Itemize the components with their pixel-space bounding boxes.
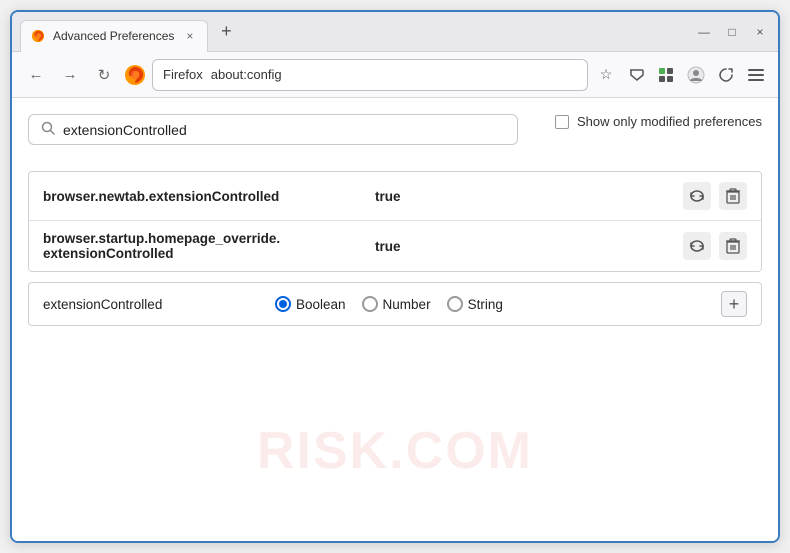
- bookmark-icon[interactable]: ☆: [594, 63, 618, 87]
- sync-icon[interactable]: [714, 63, 738, 87]
- title-bar: Advanced Preferences × + — □ ×: [12, 12, 778, 52]
- search-bar[interactable]: extensionControlled: [28, 114, 518, 145]
- show-modified-label: Show only modified preferences: [577, 114, 762, 129]
- search-input[interactable]: extensionControlled: [63, 122, 505, 138]
- hamburger-line-1: [748, 69, 764, 71]
- pref-value: true: [375, 189, 671, 204]
- new-pref-row: extensionControlled Boolean Number Strin…: [28, 282, 762, 326]
- delete-button[interactable]: [719, 182, 747, 210]
- show-modified-checkbox[interactable]: [555, 115, 569, 129]
- reset-button[interactable]: [683, 182, 711, 210]
- hamburger-line-3: [748, 79, 764, 81]
- browser-window: Advanced Preferences × + — □ × ← → ↻ Fir…: [10, 10, 780, 543]
- table-row[interactable]: browser.newtab.extensionControlled true: [29, 172, 761, 221]
- type-radio-group: Boolean Number String: [275, 296, 503, 312]
- radio-label-number: Number: [383, 297, 431, 312]
- radio-string[interactable]: String: [447, 296, 503, 312]
- firefox-logo: [124, 64, 146, 86]
- forward-button[interactable]: →: [56, 61, 84, 89]
- tab-title: Advanced Preferences: [53, 29, 174, 43]
- address-bar[interactable]: Firefox about:config: [152, 59, 588, 91]
- back-button[interactable]: ←: [22, 61, 50, 89]
- watermark: RISK.COM: [257, 421, 533, 481]
- nav-icons: ☆: [594, 63, 768, 87]
- pref-name-line1: browser.startup.homepage_override.: [43, 231, 363, 246]
- minimize-button[interactable]: —: [694, 22, 714, 42]
- add-preference-button[interactable]: +: [721, 291, 747, 317]
- reload-button[interactable]: ↻: [90, 61, 118, 89]
- results-table: browser.newtab.extensionControlled true: [28, 171, 762, 272]
- delete-button[interactable]: [719, 232, 747, 260]
- radio-number[interactable]: Number: [362, 296, 431, 312]
- pref-name-line2: extensionControlled: [43, 246, 363, 261]
- tab-close-button[interactable]: ×: [182, 27, 197, 45]
- radio-boolean[interactable]: Boolean: [275, 296, 346, 312]
- radio-label-string: String: [468, 297, 503, 312]
- reset-button[interactable]: [683, 232, 711, 260]
- pref-value: true: [375, 239, 671, 254]
- page-content: RISK.COM extensionControlled Show only m…: [12, 98, 778, 541]
- nav-bar: ← → ↻ Firefox about:config ☆: [12, 52, 778, 98]
- table-row[interactable]: browser.startup.homepage_override. exten…: [29, 221, 761, 271]
- row-actions: [683, 182, 747, 210]
- profile-icon[interactable]: [684, 63, 708, 87]
- firefox-favicon: [31, 29, 45, 43]
- pocket-icon[interactable]: [624, 63, 648, 87]
- new-tab-button[interactable]: +: [212, 18, 240, 46]
- pref-name: browser.newtab.extensionControlled: [43, 189, 363, 204]
- radio-circle-string: [447, 296, 463, 312]
- url-text: about:config: [211, 67, 282, 82]
- row-actions: [683, 232, 747, 260]
- new-pref-name: extensionControlled: [43, 297, 263, 312]
- close-button[interactable]: ×: [750, 22, 770, 42]
- search-icon: [41, 121, 55, 138]
- show-modified-checkbox-row[interactable]: Show only modified preferences: [555, 114, 762, 129]
- browser-tab[interactable]: Advanced Preferences ×: [20, 20, 208, 52]
- radio-circle-boolean: [275, 296, 291, 312]
- radio-label-boolean: Boolean: [296, 297, 346, 312]
- restore-button[interactable]: □: [722, 22, 742, 42]
- window-controls: — □ ×: [694, 22, 770, 42]
- browser-name: Firefox: [163, 67, 203, 82]
- hamburger-line-2: [748, 74, 764, 76]
- hamburger-menu[interactable]: [744, 65, 768, 85]
- extension-icon[interactable]: [654, 63, 678, 87]
- radio-circle-number: [362, 296, 378, 312]
